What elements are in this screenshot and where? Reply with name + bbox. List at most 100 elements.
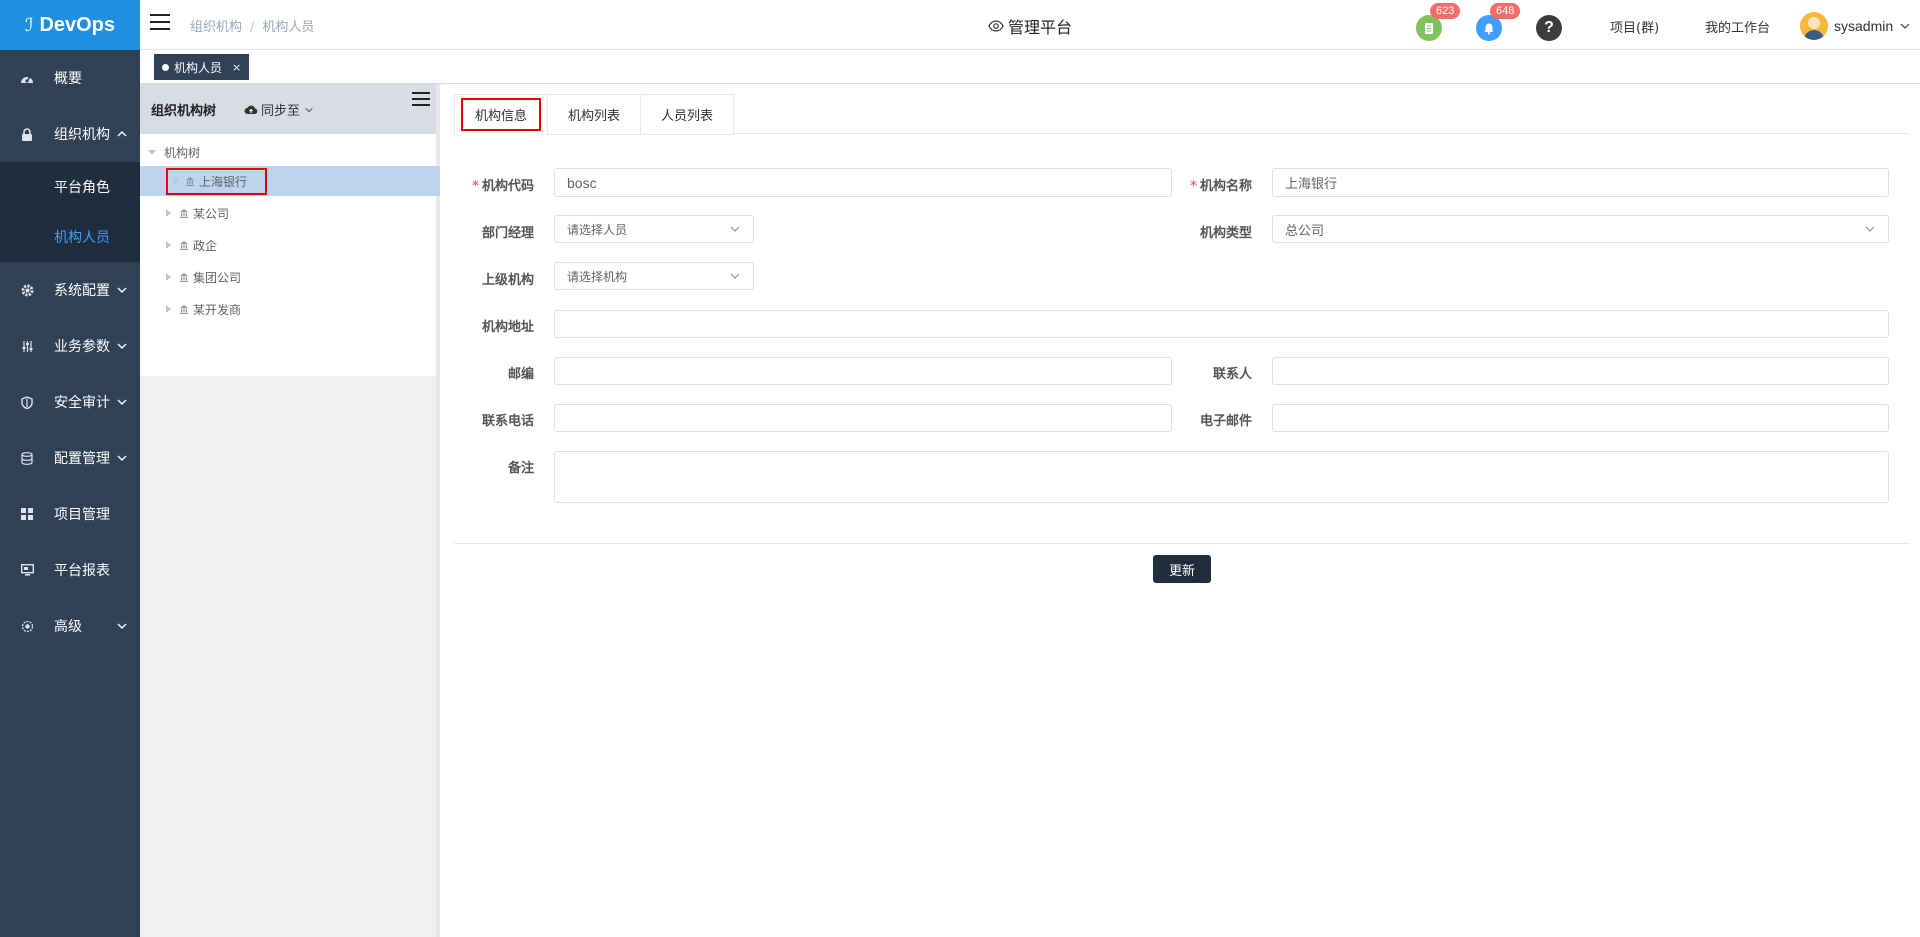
email-input[interactable]: [1272, 404, 1889, 432]
platform-title-text: 管理平台: [1008, 18, 1073, 37]
sidebar-item-label: 组织机构: [54, 127, 110, 143]
sidebar-item-config-management[interactable]: 配置管理: [0, 430, 140, 486]
email-label: 电子邮件: [1199, 414, 1252, 429]
chevron-down-icon: [1865, 226, 1875, 232]
bell-notice-button[interactable]: 648: [1476, 3, 1521, 41]
bank-icon: [180, 241, 188, 250]
gear-icon: [20, 283, 34, 297]
tag-org-staff[interactable]: 机构人员 ×: [154, 54, 250, 80]
advanced-icon: [20, 619, 34, 633]
tabs: 机构信息 机构列表 人员列表: [454, 94, 1910, 135]
address-input[interactable]: [554, 310, 1889, 338]
user-menu[interactable]: sysadmin: [1800, 12, 1911, 40]
org-tree-panel: 组织机构树 同步至 机构树 上海银行 某公司 政企 集团公司 某开发商: [140, 84, 440, 937]
platform-title[interactable]: 管理平台: [988, 14, 1072, 38]
sidebar-item-platform-roles[interactable]: 平台角色: [0, 162, 140, 212]
tree-node-company[interactable]: 某公司: [140, 198, 440, 228]
username: sysadmin: [1834, 18, 1894, 34]
tab-staff-list[interactable]: 人员列表: [640, 94, 735, 135]
monitor-icon: [20, 563, 34, 577]
help-button[interactable]: ?: [1536, 15, 1562, 41]
contact-input[interactable]: [1272, 357, 1889, 385]
tags-view: 机构人员 ×: [140, 50, 1920, 84]
sidebar-item-security-audit[interactable]: 安全审计: [0, 374, 140, 430]
sidebar-item-label: 系统配置: [54, 283, 110, 299]
sync-dropdown[interactable]: 同步至: [244, 100, 314, 119]
sidebar-item-label: 机构人员: [54, 230, 110, 246]
tab-org-info[interactable]: 机构信息: [454, 94, 548, 135]
caret-right-icon[interactable]: [166, 273, 171, 281]
dept-manager-select[interactable]: 请选择人员: [554, 215, 754, 243]
tab-org-list[interactable]: 机构列表: [547, 94, 641, 135]
phone-input[interactable]: [554, 404, 1172, 432]
org-name-input[interactable]: 上海银行: [1272, 168, 1889, 197]
chevron-down-icon: [730, 273, 740, 279]
chevron-down-icon: [117, 287, 127, 293]
tree-node-group-company[interactable]: 集团公司: [140, 262, 440, 292]
sync-label: 同步至: [261, 104, 301, 119]
sidebar-item-platform-reports[interactable]: 平台报表: [0, 542, 140, 598]
caret-right-icon[interactable]: [166, 209, 171, 217]
phone-label: 联系电话: [481, 414, 534, 429]
sidebar-item-system-config[interactable]: 系统配置: [0, 262, 140, 318]
org-name-label: * 机构名称: [1190, 179, 1252, 194]
hamburger-menu-icon[interactable]: [150, 14, 170, 32]
breadcrumb-item: 机构人员: [262, 20, 315, 35]
chevron-down-icon: [305, 107, 313, 112]
tree-node-gov-enterprise[interactable]: 政企: [140, 230, 440, 260]
chevron-down-icon: [1900, 23, 1910, 29]
sidebar-item-overview[interactable]: 概要: [0, 50, 140, 106]
update-button[interactable]: 更新: [1153, 555, 1211, 583]
org-code-label: * 机构代码: [472, 179, 534, 194]
tree-node-shanghai-bank[interactable]: 上海银行: [140, 166, 440, 196]
parent-org-select[interactable]: 请选择机构: [554, 262, 754, 290]
remark-label: 备注: [507, 461, 534, 476]
document-notice-button[interactable]: 623: [1416, 3, 1461, 41]
tree-body: 机构树 上海银行 某公司 政企 集团公司 某开发商: [140, 134, 440, 376]
sidebar-item-org-staff[interactable]: 机构人员: [0, 212, 140, 262]
chevron-up-icon: [117, 131, 127, 137]
tab-label: 机构信息: [461, 98, 542, 131]
postcode-input[interactable]: [554, 357, 1172, 385]
tree-menu-icon[interactable]: [412, 92, 430, 108]
caret-right-icon[interactable]: [166, 241, 171, 249]
org-type-select[interactable]: 总公司: [1272, 215, 1889, 243]
projects-link[interactable]: 项目(群): [1610, 17, 1659, 36]
workbench-link[interactable]: 我的工作台: [1705, 17, 1770, 36]
chevron-down-icon: [117, 455, 127, 461]
tab-label: 人员列表: [661, 109, 714, 124]
remark-textarea[interactable]: [554, 451, 1889, 503]
sidebar-item-business-params[interactable]: 业务参数: [0, 318, 140, 374]
dashboard-icon: [20, 71, 34, 85]
tree-title: 组织机构树: [151, 104, 217, 119]
document-icon: [1425, 22, 1433, 34]
caret-right-icon[interactable]: [166, 305, 171, 313]
breadcrumb-item[interactable]: 组织机构: [190, 20, 242, 35]
bank-icon: [180, 273, 188, 282]
caret-down-icon: [148, 150, 156, 155]
tree-root[interactable]: 机构树: [148, 144, 200, 161]
breadcrumb: 组织机构 / 机构人员: [190, 20, 315, 35]
tree-node-developer[interactable]: 某开发商: [140, 294, 440, 324]
sidebar-item-label: 平台角色: [54, 180, 110, 196]
org-type-label: 机构类型: [1199, 226, 1252, 241]
tree-node-highlight: 上海银行: [166, 167, 268, 195]
sidebar-submenu-organization: 平台角色 机构人员: [0, 162, 140, 262]
org-code-input[interactable]: bosc: [554, 168, 1172, 197]
close-icon[interactable]: ×: [232, 61, 241, 74]
sliders-icon: [20, 339, 34, 353]
sidebar-item-organization[interactable]: 组织机构: [0, 106, 140, 162]
postcode-label: 邮编: [507, 367, 534, 382]
sidebar-item-label: 业务参数: [54, 339, 110, 355]
sidebar-item-label: 配置管理: [54, 451, 110, 467]
lock-icon: [20, 127, 34, 141]
chevron-down-icon: [730, 226, 740, 232]
chevron-down-icon: [117, 343, 127, 349]
bell-count-badge: 648: [1490, 3, 1521, 19]
tag-label: 机构人员: [174, 60, 223, 75]
logo[interactable]: ℐ DevOps: [0, 0, 140, 50]
parent-org-label: 上级机构: [481, 273, 534, 288]
sidebar-item-project-management[interactable]: 项目管理: [0, 486, 140, 542]
sidebar-item-advanced[interactable]: 高级: [0, 598, 140, 654]
caret-right-icon[interactable]: [174, 177, 179, 185]
